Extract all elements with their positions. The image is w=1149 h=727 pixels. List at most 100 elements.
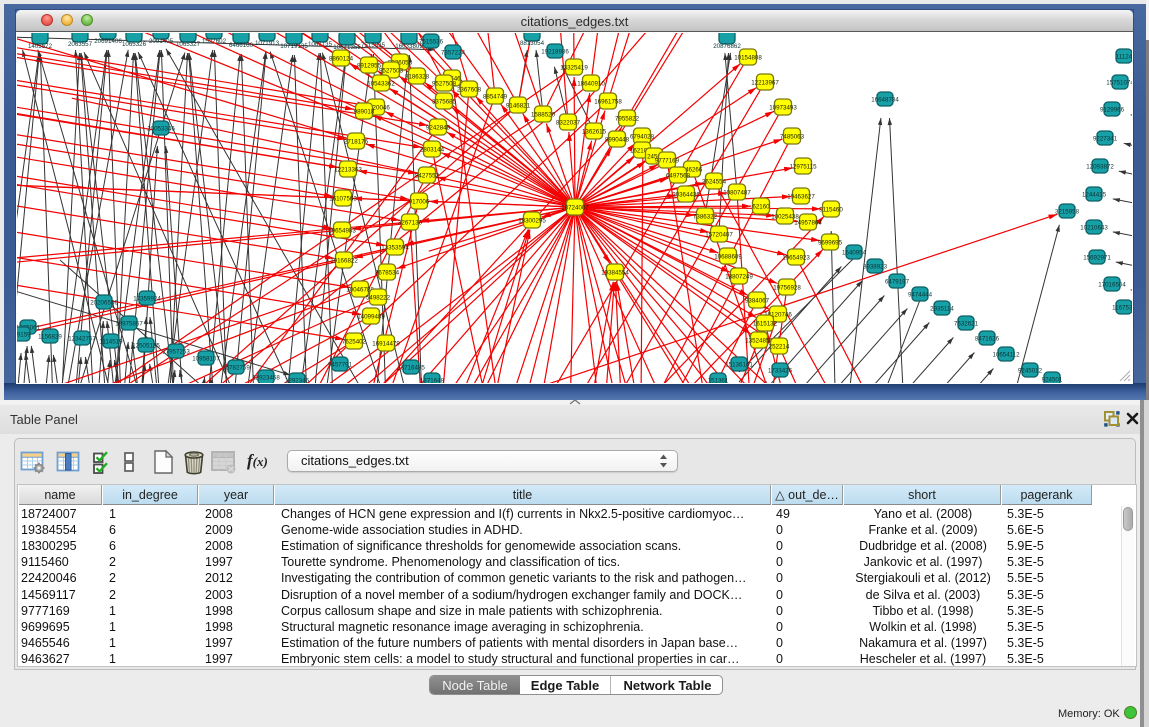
svg-text:9227341: 9227341 [1093, 135, 1118, 142]
svg-text:19654923: 19654923 [782, 254, 810, 261]
svg-text:1362615: 1362615 [582, 128, 607, 135]
svg-text:10154808: 10154808 [734, 54, 762, 61]
svg-text:7386322: 7386322 [693, 213, 718, 220]
svg-text:6479197: 6479197 [885, 278, 910, 285]
svg-text:1156829: 1156829 [38, 333, 62, 340]
svg-text:917006: 917006 [409, 198, 430, 205]
svg-text:8427552: 8427552 [415, 172, 440, 179]
svg-text:3215958: 3215958 [1055, 208, 1080, 215]
svg-text:1067135: 1067135 [308, 41, 333, 48]
svg-text:1065326: 1065326 [122, 41, 147, 48]
svg-text:16961758: 16961758 [594, 98, 622, 105]
svg-text:18640910: 18640910 [577, 80, 605, 87]
svg-text:12342757: 12342757 [68, 335, 96, 342]
svg-text:20691406: 20691406 [94, 38, 122, 45]
svg-text:19384554: 19384554 [601, 269, 629, 276]
svg-text:10688609: 10688609 [714, 253, 742, 260]
svg-text:17957253: 17957253 [162, 348, 190, 355]
svg-text:18300295: 18300295 [518, 217, 546, 224]
svg-text:8813054: 8813054 [520, 40, 545, 47]
svg-text:5498222: 5498222 [366, 294, 391, 301]
svg-text:7485063: 7485063 [780, 133, 805, 140]
svg-text:6466160: 6466160 [229, 42, 254, 49]
svg-text:16107563: 16107563 [329, 195, 357, 202]
svg-text:3267130: 3267130 [398, 219, 423, 226]
svg-text:8860124: 8860124 [329, 55, 354, 62]
svg-text:3375685: 3375685 [432, 98, 457, 105]
svg-text:9699695: 9699695 [818, 239, 843, 246]
svg-text:8912955: 8912955 [357, 62, 382, 69]
svg-text:12213967: 12213967 [751, 79, 779, 86]
svg-text:15720407: 15720407 [705, 231, 733, 238]
svg-text:252214: 252214 [769, 343, 790, 350]
svg-text:19218986: 19218986 [541, 48, 569, 55]
svg-text:7632621: 7632621 [954, 320, 979, 327]
svg-text:1065327: 1065327 [176, 41, 201, 48]
svg-text:1071913: 1071913 [255, 40, 280, 47]
svg-text:12093872: 12093872 [1086, 163, 1114, 170]
svg-text:8322037: 8322037 [556, 119, 581, 126]
svg-text:1167533: 1167533 [1112, 304, 1132, 311]
svg-text:19756928: 19756928 [773, 284, 801, 291]
svg-text:16914479: 16914479 [372, 340, 400, 347]
svg-text:989018: 989018 [354, 108, 375, 115]
svg-text:8938923: 8938923 [863, 263, 888, 270]
svg-text:9245012: 9245012 [1018, 367, 1043, 374]
svg-text:62160: 62160 [752, 203, 770, 210]
svg-text:18724007: 18724007 [561, 204, 589, 211]
svg-text:7357224: 7357224 [441, 49, 466, 56]
svg-text:15692971: 15692971 [1083, 254, 1111, 261]
svg-text:1405572: 1405572 [28, 43, 53, 50]
svg-text:9115460: 9115460 [819, 206, 843, 213]
svg-text:7955822: 7955822 [615, 115, 640, 122]
svg-text:14957864: 14957864 [794, 219, 822, 226]
svg-text:19654983: 19654983 [328, 227, 356, 234]
svg-text:7515535: 7515535 [361, 42, 386, 49]
svg-text:8186328: 8186328 [405, 73, 430, 80]
svg-text:13716485: 13716485 [397, 364, 425, 371]
svg-text:12923468: 12923468 [252, 374, 280, 381]
svg-text:1588520: 1588520 [531, 111, 556, 118]
svg-text:10958107: 10958107 [192, 355, 220, 362]
svg-text:9777169: 9777169 [655, 157, 680, 164]
svg-text:10654112: 10654112 [992, 351, 1020, 358]
svg-text:10210643: 10210643 [1080, 224, 1108, 231]
svg-text:20876862: 20876862 [713, 43, 741, 50]
svg-text:2803144: 2803144 [420, 146, 445, 153]
svg-text:13353594: 13353594 [381, 244, 409, 251]
svg-text:8990448: 8990448 [605, 136, 630, 143]
svg-text:7515536: 7515536 [419, 38, 444, 45]
svg-text:10719135: 10719135 [280, 43, 308, 50]
svg-text:12975115: 12975115 [789, 163, 817, 170]
svg-text:9129966: 9129966 [1100, 106, 1125, 113]
svg-text:9384067: 9384067 [745, 297, 770, 304]
svg-text:9242848: 9242848 [426, 124, 451, 131]
svg-text:14099489: 14099489 [357, 313, 385, 320]
svg-text:8678534: 8678534 [375, 269, 400, 276]
svg-text:6497568: 6497568 [666, 172, 691, 179]
svg-text:2718176: 2718176 [344, 138, 369, 145]
svg-text:1114519: 1114519 [99, 338, 123, 345]
svg-text:12213363: 12213363 [334, 166, 362, 173]
svg-text:13325419: 13325419 [560, 64, 588, 71]
svg-text:9146821: 9146821 [506, 102, 531, 109]
svg-text:3624554: 3624554 [702, 178, 727, 185]
svg-text:16648784: 16648784 [871, 96, 899, 103]
svg-text:9527503: 9527503 [379, 67, 404, 74]
svg-text:19166822: 19166822 [330, 257, 358, 264]
svg-text:15136141: 15136141 [725, 361, 753, 368]
svg-text:12505135: 12505135 [132, 342, 160, 349]
svg-text:2063557: 2063557 [68, 41, 93, 48]
svg-text:20206556: 20206556 [90, 299, 118, 306]
svg-text:10807487: 10807487 [723, 189, 751, 196]
svg-text:17359924: 17359924 [133, 295, 161, 302]
svg-text:39159: 39159 [17, 331, 31, 338]
svg-text:19463627: 19463627 [787, 193, 815, 200]
svg-text:924501: 924501 [1042, 376, 1063, 383]
svg-text:9474444: 9474444 [908, 291, 933, 298]
svg-text:15751074: 15751074 [1106, 79, 1132, 86]
svg-text:2935114: 2935114 [930, 305, 954, 312]
svg-text:1292346: 1292346 [285, 377, 310, 383]
svg-text:2091405: 2091405 [149, 38, 174, 45]
svg-text:10543362: 10543362 [367, 80, 395, 87]
